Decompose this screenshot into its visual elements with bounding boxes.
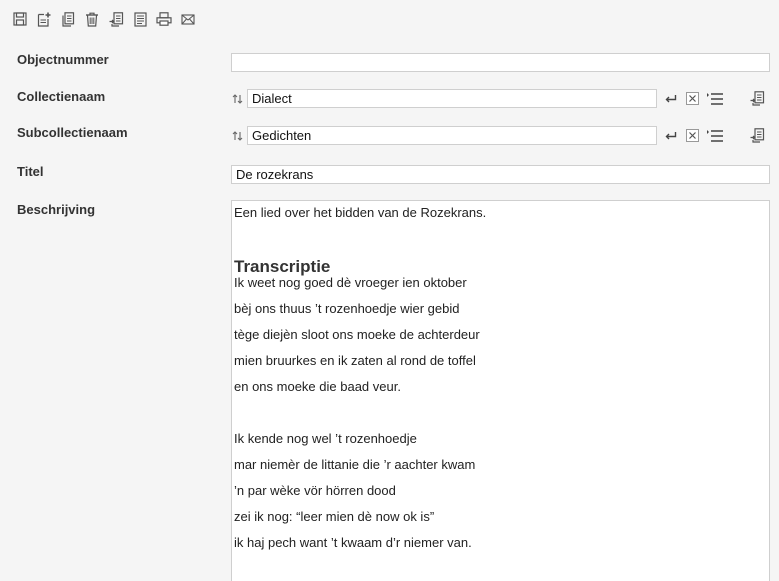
save-icon [13,12,27,26]
enter-button[interactable] [664,89,678,108]
list-icon [707,129,723,142]
print-icon [156,12,172,26]
close-icon [685,129,699,142]
enter-button[interactable] [664,126,678,145]
subcollectienaam-label: Subcollectienaam [17,125,128,140]
list-button[interactable] [705,126,725,145]
clear-button[interactable] [684,126,700,145]
titel-input[interactable]: De rozekrans [231,165,770,184]
poem-line: mien bruurkes en ik zaten al rond de tof… [234,353,476,368]
sort-icon [231,89,245,108]
poem-line: mar niemèr de littanie die ’r aachter kw… [234,457,476,472]
clear-button[interactable] [684,89,700,108]
notes-button[interactable] [128,8,152,30]
import-icon [750,91,764,106]
sort-icon [231,126,245,145]
mail-icon [181,13,195,25]
import-icon [750,128,764,143]
poem-line: ik haj pech want ’t kwaam d’r niemer van… [234,535,472,550]
save-button[interactable] [8,8,32,30]
enter-icon [665,94,677,102]
close-icon [685,92,699,105]
poem-line: en ons moeke die baad veur. [234,379,401,394]
collectienaam-input[interactable]: Dialect [247,89,657,108]
record-editor: Objectnummer Collectienaam Dialect Subco… [0,0,779,581]
delete-button[interactable] [80,8,104,30]
list-button[interactable] [705,89,725,108]
poem-line: ’n par wèke vör hörren dood [234,483,396,498]
collectienaam-label: Collectienaam [17,89,106,104]
mail-button[interactable] [176,8,200,30]
import-button[interactable] [104,8,128,30]
import-button[interactable] [748,126,766,145]
transcriptie-heading: Transcriptie [234,257,331,276]
poem-line: zei ik nog: “leer mien dè now ok is” [234,509,435,524]
enter-icon [665,131,677,139]
objectnummer-input[interactable] [231,53,770,72]
titel-label: Titel [17,164,44,179]
trash-icon [86,12,98,27]
beschrijving-editor[interactable]: Een lied over het bidden van de Rozekran… [231,200,770,581]
copy-button[interactable] [56,8,80,30]
import-button[interactable] [748,89,766,108]
import-icon [109,11,123,27]
notes-icon [133,11,147,27]
print-button[interactable] [152,8,176,30]
toolbar [8,8,200,30]
objectnummer-label: Objectnummer [17,52,109,67]
poem-line: tège diejèn sloot ons moeke de achterdeu… [234,327,480,342]
poem-line: bèj ons thuus ’t rozenhoedje wier gebid [234,301,460,316]
poem-line: Ik kende nog wel ’t rozenhoedje [234,431,417,446]
new-record-button[interactable] [32,8,56,30]
copy-icon [62,11,75,27]
new-record-icon [37,12,51,27]
beschrijving-label: Beschrijving [17,202,96,217]
subcollectienaam-input[interactable]: Gedichten [247,126,657,145]
description-intro: Een lied over het bidden van de Rozekran… [234,205,487,220]
list-icon [707,92,723,105]
poem-line: Ik weet nog goed dè vroeger ien oktober [234,275,467,290]
